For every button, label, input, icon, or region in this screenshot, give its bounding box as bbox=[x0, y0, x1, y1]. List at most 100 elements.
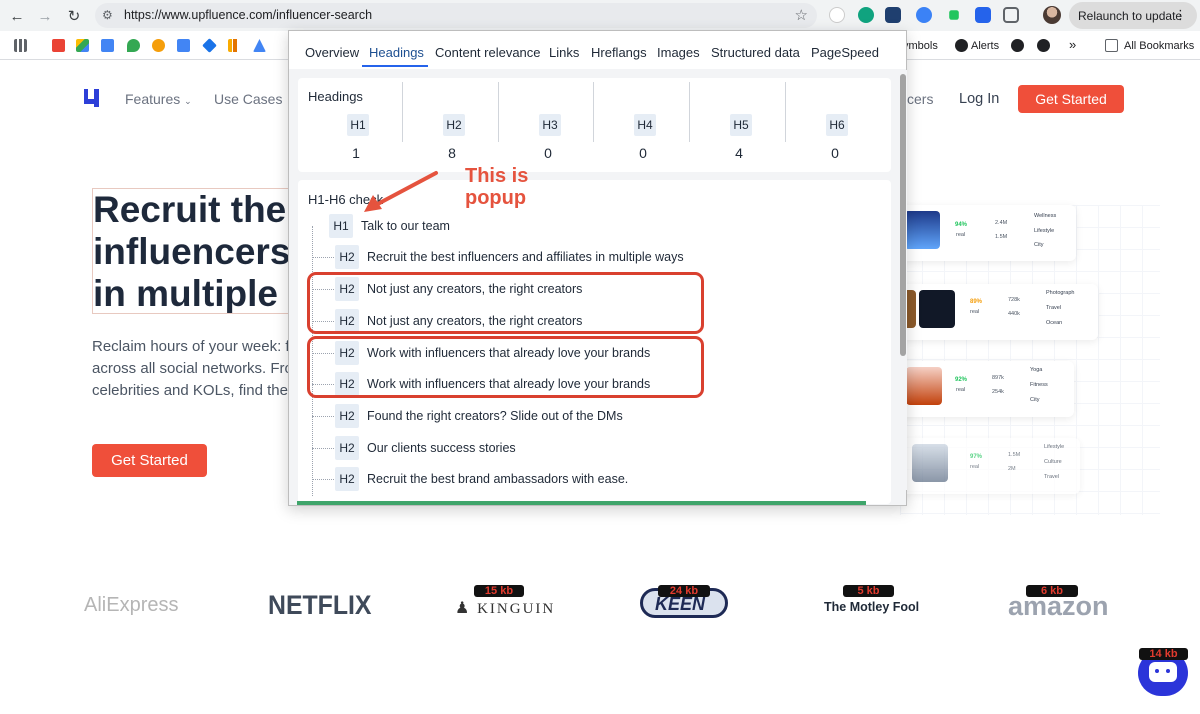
globe-icon[interactable] bbox=[1011, 39, 1024, 52]
netflix-logo: NETFLIX bbox=[268, 590, 372, 620]
chat-bot-icon bbox=[1149, 662, 1177, 682]
divider bbox=[498, 82, 499, 142]
hero-subtitle-line: celebrities and KOLs, find the bbox=[92, 382, 288, 399]
tab-structured-data[interactable]: Structured data bbox=[711, 45, 800, 60]
popup-scrollbar-thumb[interactable] bbox=[900, 74, 906, 356]
translate-icon[interactable] bbox=[177, 39, 190, 52]
tree-row-h2[interactable]: H2 Recruit the best influencers and affi… bbox=[312, 245, 732, 269]
annotation-text: This is popup bbox=[465, 165, 529, 209]
hero-title-line: Recruit the b bbox=[93, 189, 291, 230]
heading-level-badge: H2 bbox=[335, 245, 359, 269]
hero-subtitle-line: Reclaim hours of your week: f bbox=[92, 338, 290, 355]
reload-icon[interactable]: ↻ bbox=[64, 6, 84, 26]
influencer-photo bbox=[912, 444, 948, 482]
bookmark-star-icon[interactable]: ☆ bbox=[795, 6, 808, 24]
globe-icon[interactable] bbox=[1037, 39, 1050, 52]
hero-title: Recruit the b influencers a in multiple … bbox=[92, 188, 292, 314]
login-link[interactable]: Log In bbox=[959, 91, 999, 107]
tree-row-h1[interactable]: H1 Talk to our team bbox=[312, 214, 712, 238]
browser-toolbar: ← → ↻ ⚙ https://www.upfluence.com/influe… bbox=[0, 0, 1200, 31]
relaunch-label: Relaunch to update bbox=[1078, 8, 1183, 23]
profile-avatar[interactable] bbox=[1043, 6, 1061, 24]
aliexpress-logo: AliExpress bbox=[84, 594, 179, 616]
heading-level-badge: H1 bbox=[329, 214, 353, 238]
tree-row-h2[interactable]: H2 Our clients success stories bbox=[312, 436, 692, 460]
kinguin-logo: ♟ KINGUIN bbox=[455, 600, 556, 617]
annotation-arrow-icon bbox=[364, 171, 438, 212]
hero-subtitle-line: across all social networks. Fro bbox=[92, 360, 293, 377]
hero-get-started-button[interactable]: Get Started bbox=[92, 444, 207, 477]
url-text[interactable]: https://www.upfluence.com/influencer-sea… bbox=[124, 8, 372, 22]
influencer-card: 92% real 897k 254k Yoga Fitness City bbox=[900, 361, 1074, 417]
diamond-icon[interactable] bbox=[202, 38, 217, 53]
tab-images[interactable]: Images bbox=[657, 45, 700, 60]
tab-content-relevance[interactable]: Content relevance bbox=[435, 45, 541, 60]
bookmark-alerts[interactable]: Alerts bbox=[971, 40, 999, 52]
k-extension-icon[interactable] bbox=[975, 7, 991, 23]
tab-hreflangs[interactable]: Hreflangs bbox=[591, 45, 647, 60]
folder-icon[interactable] bbox=[1105, 39, 1118, 52]
heading-count-h5: H5 4 bbox=[691, 78, 787, 174]
bookmark-icon[interactable] bbox=[152, 39, 165, 52]
heading-count-h3: H3 0 bbox=[500, 78, 596, 174]
address-bar[interactable]: ⚙ https://www.upfluence.com/influencer-s… bbox=[95, 3, 817, 28]
puzzle-icon[interactable] bbox=[1003, 7, 1019, 23]
back-icon[interactable]: ← bbox=[7, 6, 27, 26]
nav-use-cases[interactable]: Use Cases ⌄ bbox=[214, 91, 294, 107]
upfluence-logo[interactable] bbox=[84, 89, 100, 107]
divider bbox=[785, 82, 786, 142]
globe-icon[interactable] bbox=[955, 39, 968, 52]
motley-fool-logo: The Motley Fool bbox=[824, 600, 920, 614]
analytics-icon[interactable] bbox=[228, 39, 241, 52]
size-badge: 5 kb bbox=[843, 585, 894, 597]
duplicate-highlight-box bbox=[307, 336, 704, 398]
loading-progress-bar bbox=[297, 501, 866, 505]
menu-dots-icon[interactable]: ⋮ bbox=[1174, 7, 1187, 23]
heading-count-h2: H2 8 bbox=[404, 78, 500, 174]
influencer-card: 89% real 728k 440k Photograph Travel Ocean bbox=[900, 284, 1098, 340]
get-started-nav-button[interactable]: Get Started bbox=[1018, 85, 1124, 113]
extension-icon[interactable] bbox=[829, 7, 845, 23]
seo-extension-icon[interactable] bbox=[885, 7, 901, 23]
all-bookmarks[interactable]: All Bookmarks bbox=[1124, 40, 1194, 52]
influencer-photo bbox=[919, 290, 955, 328]
apps-grid-icon[interactable] bbox=[14, 39, 27, 52]
globe-extension-icon[interactable] bbox=[916, 7, 932, 23]
calendar-icon[interactable] bbox=[101, 39, 114, 52]
nav-influencers[interactable]: cers bbox=[907, 91, 933, 107]
maps-icon[interactable] bbox=[127, 39, 140, 52]
tab-overview[interactable]: Overview bbox=[305, 45, 359, 60]
ads-icon[interactable] bbox=[253, 39, 266, 52]
green-extension-icon[interactable] bbox=[949, 10, 959, 20]
chatgpt-extension-icon[interactable] bbox=[858, 7, 874, 23]
influencer-photo bbox=[904, 211, 940, 249]
heading-count-h6: H6 0 bbox=[787, 78, 883, 174]
popup-tab-bar: Overview Headings Content relevance Link… bbox=[289, 31, 906, 69]
more-bookmarks-icon[interactable]: » bbox=[1069, 37, 1076, 52]
divider bbox=[402, 82, 403, 142]
tab-links[interactable]: Links bbox=[549, 45, 579, 60]
heading-count-h4: H4 0 bbox=[595, 78, 691, 174]
influencer-card: 97% real 1.5M 2M Lifestyle Culture Travel bbox=[900, 438, 1080, 494]
nav-features[interactable]: Features ⌄ bbox=[125, 91, 192, 107]
gmail-icon[interactable] bbox=[52, 39, 65, 52]
drive-icon[interactable] bbox=[76, 39, 89, 52]
heading-level-badge: H2 bbox=[335, 436, 359, 460]
heading-count-h1: H1 1 bbox=[308, 78, 404, 174]
bookmark-symbols[interactable]: ymbols bbox=[903, 40, 938, 52]
headings-summary-panel: Headings H1 1 H2 8 H3 0 H4 0 H5 4 H6 0 bbox=[298, 78, 891, 172]
relaunch-button[interactable]: Relaunch to update ⋮ bbox=[1069, 2, 1197, 29]
hero-title-line: in multiple w bbox=[93, 273, 291, 314]
tree-row-h2[interactable]: H2 Recruit the best brand ambassadors wi… bbox=[312, 467, 692, 491]
tab-pagespeed[interactable]: PageSpeed bbox=[811, 45, 879, 60]
divider bbox=[593, 82, 594, 142]
divider bbox=[689, 82, 690, 142]
heading-text: Our clients success stories bbox=[367, 441, 516, 455]
forward-icon[interactable]: → bbox=[35, 6, 55, 26]
heading-text: Found the right creators? Slide out of t… bbox=[367, 409, 623, 423]
heading-level-badge: H2 bbox=[335, 404, 359, 428]
size-badge: 24 kb bbox=[658, 585, 710, 597]
tab-headings[interactable]: Headings bbox=[369, 45, 424, 60]
site-info-icon[interactable]: ⚙ bbox=[102, 8, 113, 22]
tree-row-h2[interactable]: H2 Found the right creators? Slide out o… bbox=[312, 404, 692, 428]
